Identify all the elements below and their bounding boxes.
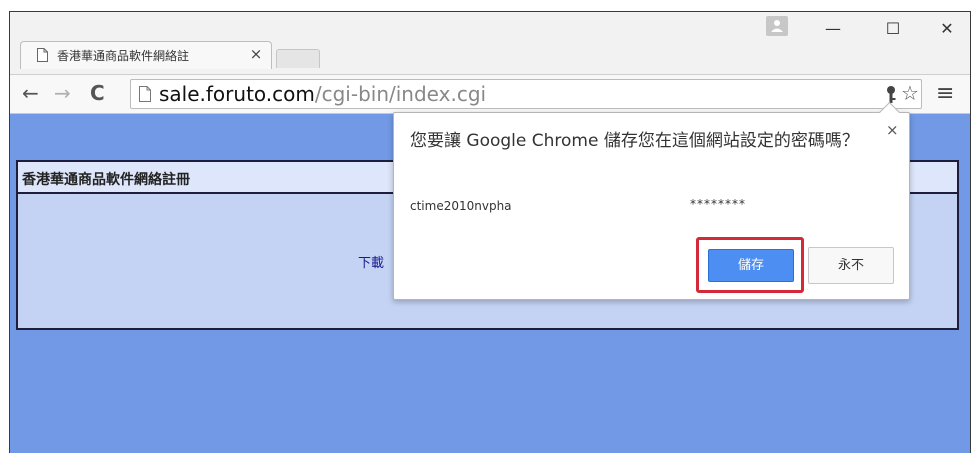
person-icon bbox=[771, 20, 783, 32]
key-icon[interactable] bbox=[883, 85, 899, 105]
forward-button[interactable]: → bbox=[54, 81, 71, 105]
download-link[interactable]: 下載 bbox=[358, 252, 384, 271]
page-icon bbox=[139, 86, 151, 102]
tab-close-icon[interactable]: × bbox=[249, 45, 263, 63]
bubble-title: 您要讓 Google Chrome 儲存您在這個網站設定的密碼嗎？ bbox=[410, 131, 859, 151]
star-icon[interactable]: ☆ bbox=[901, 81, 919, 105]
url-host: sale.foruto.com bbox=[159, 82, 315, 106]
browser-tab[interactable]: 香港華通商品軟件網絡註 × bbox=[20, 41, 272, 69]
browser-toolbar: ← → C sale.foruto.com/cgi-bin/index.cgi … bbox=[10, 74, 970, 114]
saved-password: ******** bbox=[690, 197, 746, 211]
maximize-button[interactable]: ☐ bbox=[870, 14, 916, 44]
never-button[interactable]: 永不 bbox=[808, 247, 894, 284]
reload-button[interactable]: C bbox=[90, 81, 105, 105]
page-icon bbox=[37, 48, 48, 62]
browser-window: 香港華通商品軟件網絡註 × — ☐ ✕ ← → C sale.foruto.co… bbox=[9, 11, 971, 453]
minimize-button[interactable]: — bbox=[810, 14, 856, 44]
close-window-button[interactable]: ✕ bbox=[924, 14, 970, 44]
tab-title: 香港華通商品軟件網絡註 bbox=[57, 49, 190, 63]
page-title: 香港華通商品軟件網絡註冊 bbox=[22, 172, 190, 188]
saved-username: ctime2010nvpha bbox=[410, 199, 512, 213]
profile-button[interactable] bbox=[766, 16, 788, 36]
save-password-bubble: 您要讓 Google Chrome 儲存您在這個網站設定的密碼嗎？ × ctim… bbox=[393, 101, 910, 300]
url-path: /cgi-bin/index.cgi bbox=[314, 82, 487, 106]
title-bar: 香港華通商品軟件網絡註 × — ☐ ✕ bbox=[10, 12, 970, 74]
save-button[interactable]: 儲存 bbox=[708, 249, 794, 282]
back-button[interactable]: ← bbox=[22, 81, 39, 105]
address-bar[interactable]: sale.foruto.com/cgi-bin/index.cgi ☆ bbox=[130, 79, 922, 109]
new-tab-button[interactable] bbox=[276, 49, 320, 68]
close-icon[interactable]: × bbox=[886, 121, 899, 139]
url-text[interactable]: sale.foruto.com/cgi-bin/index.cgi bbox=[159, 82, 486, 106]
hamburger-menu-icon[interactable]: ≡ bbox=[936, 81, 954, 106]
